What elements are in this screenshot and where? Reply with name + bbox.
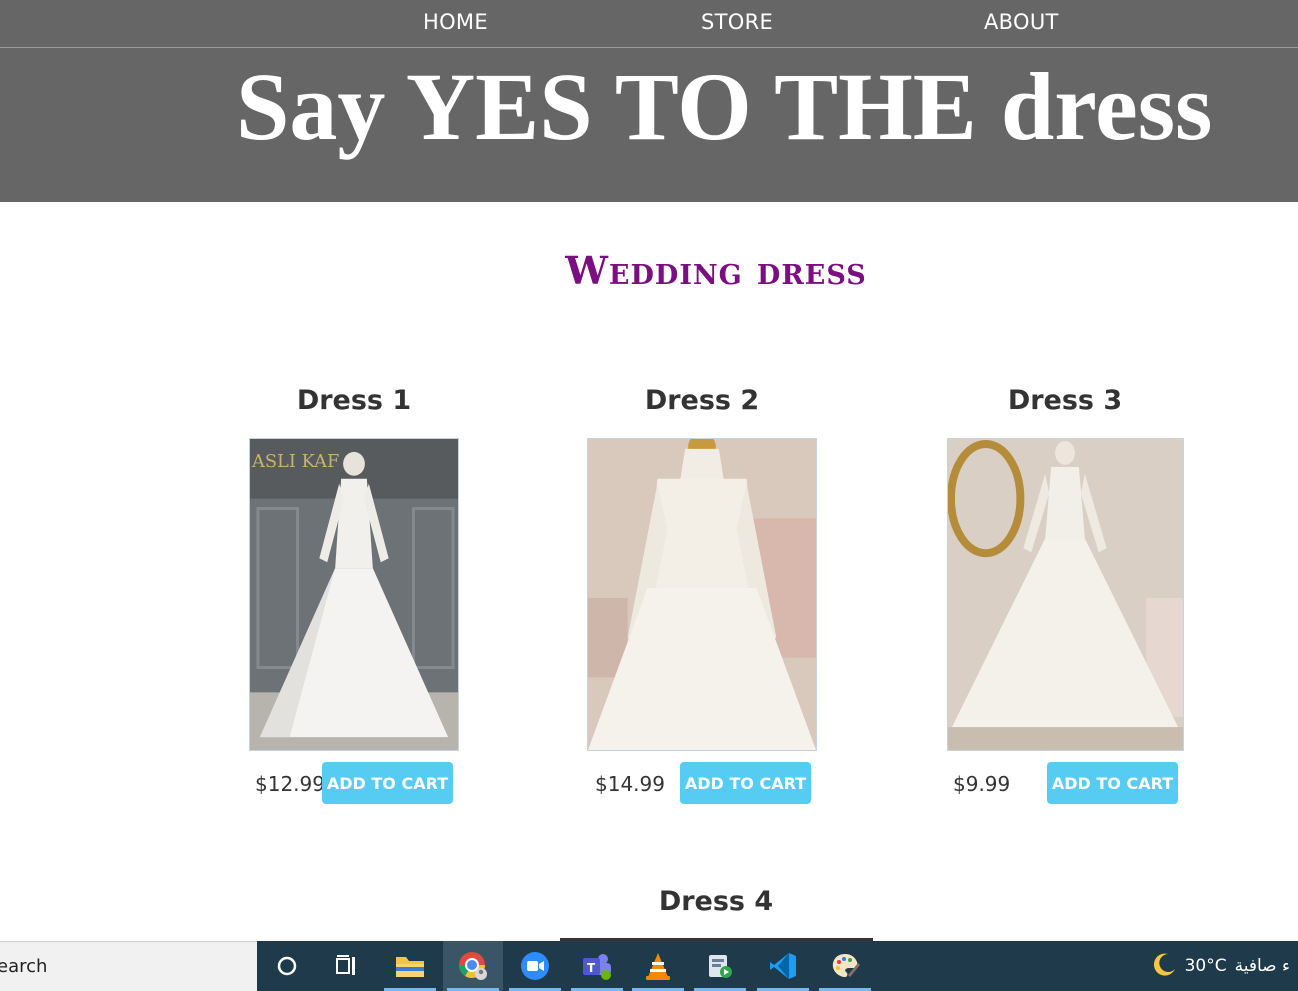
file-explorer-icon[interactable]	[380, 941, 440, 991]
svg-text:ASLI KAF: ASLI KAF	[251, 451, 339, 472]
paint-icon[interactable]	[815, 941, 875, 991]
add-to-cart-button[interactable]: ADD TO CART	[322, 762, 453, 804]
nav-about-link[interactable]: ABOUT	[984, 10, 1059, 34]
search-placeholder: earch	[0, 956, 48, 977]
item-title: Dress 1	[296, 385, 412, 416]
dress-1-image: ASLI KAF	[249, 438, 459, 751]
moon-icon	[1151, 951, 1177, 982]
dress-3-image	[947, 438, 1184, 751]
item-price: $9.99	[953, 772, 1011, 796]
add-to-cart-button[interactable]: ADD TO CART	[1047, 762, 1178, 804]
nav-store-link[interactable]: STORE	[701, 10, 773, 34]
item-title: Dress 2	[644, 385, 760, 416]
header: HOME STORE ABOUT Say YES TO THE dress	[0, 0, 1298, 202]
chrome-icon[interactable]	[443, 941, 503, 991]
weather-widget[interactable]: 30°C ء صافية	[1151, 941, 1290, 991]
page: HOME STORE ABOUT Say YES TO THE dress We…	[0, 0, 1298, 991]
item-title: Dress 4	[658, 886, 774, 917]
taskbar-search[interactable]: earch	[0, 941, 257, 991]
task-view-icon[interactable]	[317, 941, 377, 991]
dress-2-image	[587, 438, 817, 751]
vlc-icon[interactable]	[628, 941, 688, 991]
item-price: $14.99	[595, 772, 665, 796]
cortana-icon[interactable]	[257, 941, 317, 991]
item-price: $12.99	[255, 772, 325, 796]
taskbar: earch T 30°C ء صافية	[0, 941, 1298, 991]
svg-text:T: T	[587, 961, 596, 975]
add-to-cart-button[interactable]: ADD TO CART	[680, 762, 811, 804]
vscode-icon[interactable]	[753, 941, 813, 991]
teams-icon[interactable]: T	[567, 941, 627, 991]
main-nav: HOME STORE ABOUT	[0, 0, 1298, 48]
nav-home-link[interactable]: HOME	[423, 10, 488, 34]
section-title: Wedding dress	[565, 248, 867, 293]
weather-description: ء صافية	[1234, 956, 1290, 976]
item-title: Dress 3	[1007, 385, 1123, 416]
media-icon[interactable]	[690, 941, 750, 991]
site-title: Say YES TO THE dress	[236, 53, 1213, 160]
zoom-icon[interactable]	[505, 941, 565, 991]
temperature-text: 30°C	[1184, 956, 1227, 976]
